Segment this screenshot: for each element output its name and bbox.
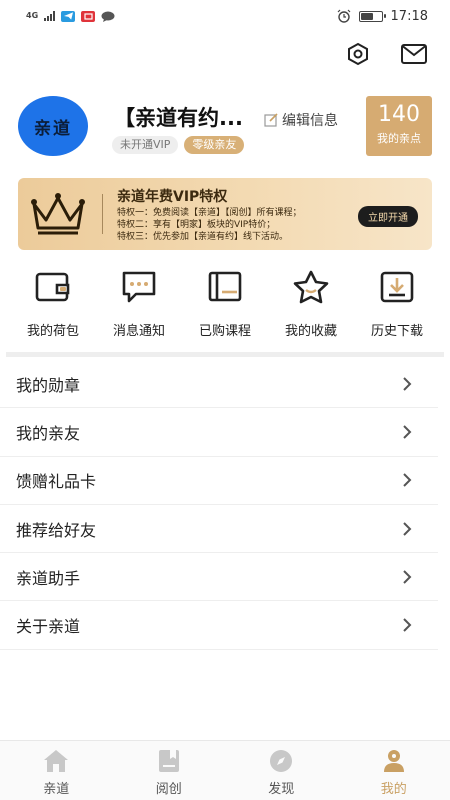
chat-notification-icon [101,11,115,22]
bottom-tab-bar: 亲道 阅创 发现 我的 [0,740,450,800]
alarm-icon [337,9,350,23]
menu-item-friends[interactable]: 我的亲友 [0,408,438,457]
telegram-notification-icon [61,10,76,22]
tab-label: 发现 [268,782,295,797]
menu-item-label: 我的勋章 [16,375,81,395]
quick-favorites[interactable]: 我的收藏 [271,268,351,339]
menu-item-about[interactable]: 关于亲道 [0,601,438,650]
home-icon [44,750,69,772]
chevron-right-icon [400,521,414,536]
tab-read-create[interactable]: 阅创 [129,741,209,800]
quick-label: 消息通知 [112,324,165,339]
quick-label: 已购课程 [198,324,251,339]
quick-label: 我的收藏 [284,324,337,339]
settings-menu: 我的勋章 我的亲友 馈赠礼品卡 推荐给好友 亲道助手 关于亲道 [0,360,450,650]
menu-item-label: 馈赠礼品卡 [16,472,97,492]
menu-item-label: 亲道助手 [16,568,81,588]
edit-profile-button[interactable]: 编辑信息 [264,110,338,130]
person-icon [383,750,404,772]
chevron-right-icon [400,570,414,584]
wallet-icon [13,268,93,306]
star-icon [271,268,351,306]
tab-label: 阅创 [155,782,182,797]
compass-icon [270,750,293,772]
menu-item-medals[interactable]: 我的勋章 [0,360,438,409]
vip-privilege-2: 特权二：享有【明家】板块的VIP特价； [117,220,276,230]
clock: 17:18 [390,8,428,24]
battery-icon [358,10,386,22]
vip-privileges: 特权一：免费阅读【亲道】【阅创】所有课程； 特权二：享有【明家】板块的VIP特价… [117,207,302,243]
vip-privilege-3: 特权三：优先参加【亲道有约】线下活动。 [117,232,289,242]
tab-home[interactable]: 亲道 [16,741,96,800]
points-label: 我的亲点 [377,132,421,145]
signal-icon [44,11,56,21]
points-value: 140 [378,102,420,127]
tab-discover[interactable]: 发现 [241,741,321,800]
message-icon [99,268,179,306]
menu-item-label: 推荐给好友 [16,520,97,540]
quick-wallet[interactable]: 我的荷包 [13,268,93,339]
network-type: 4G [26,11,39,20]
status-bar: 4G 17:18 [0,0,450,32]
quick-messages[interactable]: 消息通知 [99,268,179,339]
quick-downloads[interactable]: 历史下载 [357,268,437,339]
chevron-right-icon [400,425,414,439]
tab-mine[interactable]: 我的 [354,741,434,800]
menu-item-recommend[interactable]: 推荐给好友 [0,505,438,554]
quick-label: 历史下载 [370,324,423,339]
book-icon [185,268,265,306]
menu-item-label: 我的亲友 [16,423,81,443]
vip-title: 亲道年费VIP特权 [117,189,228,205]
profile-card: 亲道 【亲道有约... 编辑信息 未开通VIP 零级亲友 140 我的亲点 [18,96,432,158]
tab-label: 我的 [380,782,407,797]
top-actions [344,40,428,68]
menu-item-label: 关于亲道 [16,617,81,637]
tab-label: 亲道 [43,782,70,797]
menu-item-gift-card[interactable]: 馈赠礼品卡 [0,457,438,505]
video-notification-icon [81,10,96,22]
quick-courses[interactable]: 已购课程 [185,268,265,339]
chevron-right-icon [400,618,414,632]
avatar[interactable]: 亲道 [18,96,88,156]
mail-icon[interactable] [400,40,428,68]
vip-status-badge: 未开通VIP [112,136,179,154]
open-vip-button[interactable]: 立即开通 [358,206,418,227]
status-left: 4G [26,10,115,22]
section-divider [6,352,444,357]
user-name: 【亲道有约... [114,106,243,130]
status-right: 17:18 [337,9,428,24]
points-box[interactable]: 140 我的亲点 [366,96,432,156]
quick-label: 我的荷包 [26,324,79,339]
menu-item-assistant[interactable]: 亲道助手 [0,553,438,602]
vip-privilege-1: 特权一：免费阅读【亲道】【阅创】所有课程； [117,208,302,218]
edit-icon [264,113,278,127]
chevron-right-icon [400,473,414,487]
user-tags: 未开通VIP 零级亲友 [112,136,245,154]
level-badge: 零级亲友 [184,136,245,154]
vip-banner[interactable]: 亲道年费VIP特权 特权一：免费阅读【亲道】【阅创】所有课程； 特权二：享有【明… [18,178,432,250]
settings-hex-icon[interactable] [344,40,372,68]
bookmark-book-icon [158,750,179,772]
vip-divider [102,194,103,234]
download-icon [357,268,437,306]
quick-actions: 我的荷包 消息通知 已购课程 我的收藏 历史下载 [0,268,450,339]
chevron-right-icon [400,376,414,391]
edit-profile-label: 编辑信息 [282,113,338,129]
crown-icon [31,193,85,235]
